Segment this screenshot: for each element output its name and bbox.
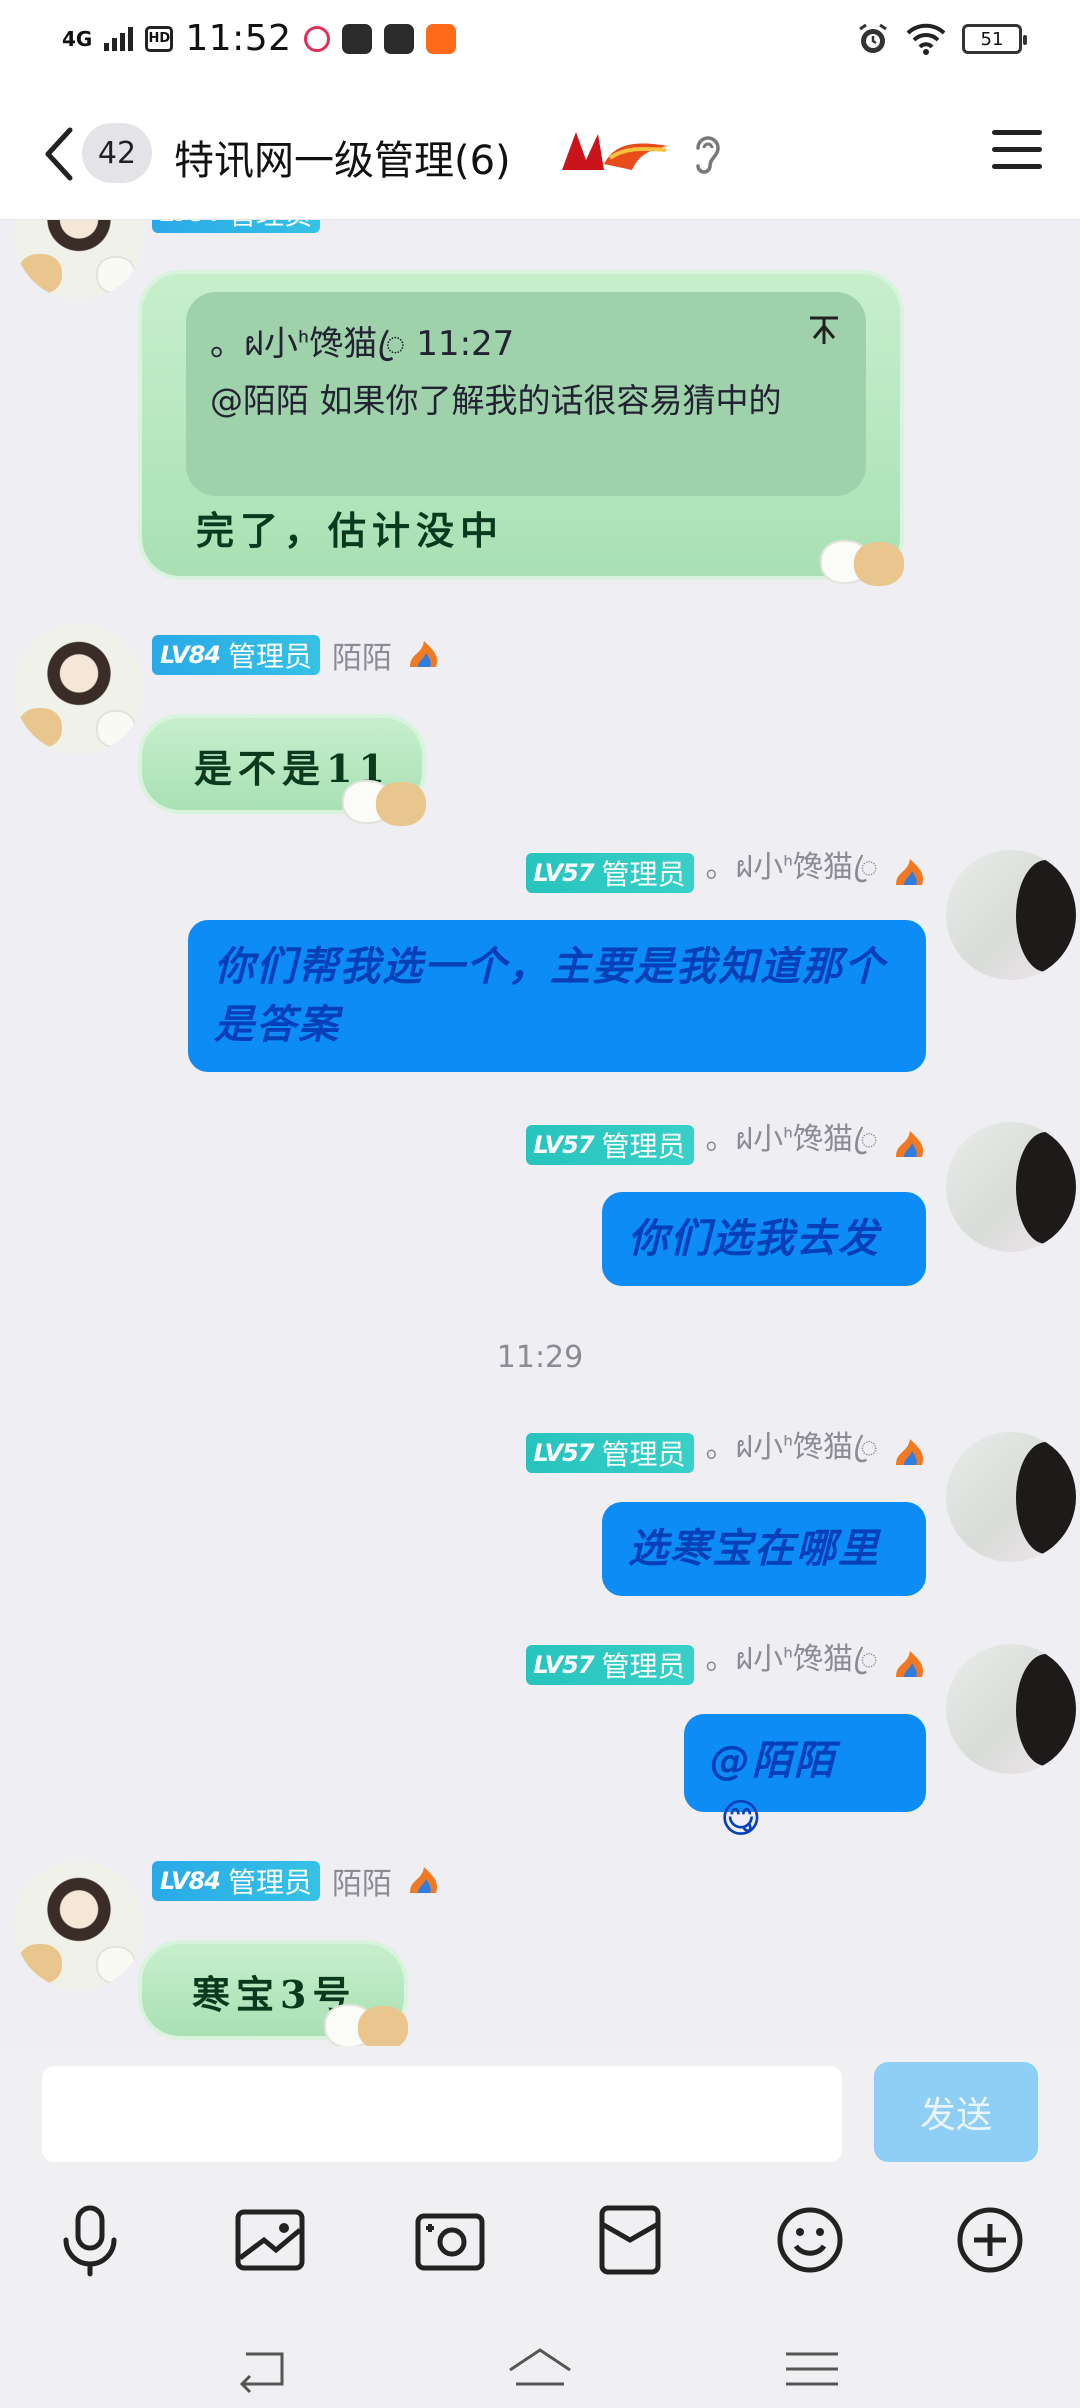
- plus-icon[interactable]: [952, 2202, 1028, 2278]
- message-bubble[interactable]: @陌陌 😋: [684, 1714, 926, 1842]
- bubble-sticker-decoration: [358, 2006, 408, 2046]
- flame-badge-icon: [896, 1439, 924, 1465]
- emoji-icon[interactable]: [772, 2202, 848, 2278]
- unread-count-badge[interactable]: 42: [82, 123, 152, 183]
- chat-timestamp: 11:29: [496, 1340, 584, 1375]
- avatar[interactable]: [14, 624, 144, 754]
- network-type: 4G: [62, 26, 93, 51]
- group-level-logo-icon: [562, 132, 668, 170]
- avatar[interactable]: [946, 1644, 1076, 1774]
- battery-icon: 51: [962, 24, 1027, 54]
- flame-badge-icon: [896, 1651, 924, 1677]
- sender-nickname: 陌陌: [331, 1867, 392, 1902]
- level-badge: LV57 管理员: [525, 1645, 694, 1685]
- composer-toolbar: [0, 2202, 1080, 2322]
- message-bubble[interactable]: 选寒宝在哪里: [602, 1502, 926, 1596]
- page-title[interactable]: 特讯网一级管理(6): [174, 128, 511, 186]
- level-badge: LV84管理员: [152, 1861, 320, 1901]
- home-nav-icon[interactable]: [504, 2344, 576, 2394]
- sender-nickname: 。ฝ小ᑋ馋猫ꦿ: [705, 1121, 879, 1157]
- status-bar: 4G HD 11:52 51: [0, 0, 1080, 86]
- sender-meta: LV84 管理员 陌陌: [152, 1860, 444, 1902]
- emoji-icon: 😋: [720, 1796, 764, 1842]
- title-bar: 42 特讯网一级管理(6): [0, 86, 1080, 220]
- sender-meta: LV57 管理员 。ฝ小ᑋ馋猫ꦿ: [525, 1122, 930, 1166]
- message-bubble[interactable]: 寒宝3号: [142, 1944, 408, 2046]
- avatar[interactable]: [14, 1860, 144, 1990]
- status-time: 11:52: [185, 18, 292, 59]
- message-text: 你们选我去发: [628, 1216, 880, 1262]
- camera-icon[interactable]: [412, 2202, 488, 2278]
- level-badge: LV57 管理员: [525, 1433, 694, 1473]
- quote-text: @陌陌 如果你了解我的话很容易猜中的: [210, 381, 782, 420]
- message-text: 选寒宝在哪里: [628, 1526, 880, 1572]
- back-arrow-icon[interactable]: [40, 126, 80, 182]
- sender-nickname: 。ฝ小ᑋ馋猫ꦿ: [705, 849, 879, 885]
- flame-badge-icon: [896, 1131, 924, 1157]
- level-badge: LV84管理员: [152, 220, 320, 233]
- sender-meta: LV57 管理员 。ฝ小ᑋ馋猫ꦿ: [525, 1430, 930, 1474]
- wifi-icon: [906, 23, 946, 55]
- bubble-sticker-decoration: [376, 782, 426, 826]
- flame-badge-icon: [409, 1867, 438, 1893]
- sender-nickname: 陌陌: [331, 641, 392, 676]
- level-badge: LV57 管理员: [525, 853, 694, 893]
- sender-nickname: 。ฝ小ᑋ馋猫ꦿ: [705, 1641, 879, 1677]
- message-input[interactable]: [42, 2066, 842, 2162]
- ear-mode-icon[interactable]: [690, 130, 726, 176]
- signal-icon: [104, 26, 134, 51]
- level-badge: LV84管理员: [152, 635, 320, 675]
- send-button[interactable]: 发送: [874, 2062, 1038, 2162]
- level-badge: LV57 管理员: [525, 1125, 694, 1165]
- message-text: @陌陌: [710, 1738, 836, 1784]
- jump-to-quote-icon[interactable]: [804, 310, 844, 350]
- avatar[interactable]: [946, 1122, 1076, 1252]
- back-nav-icon[interactable]: [230, 2344, 302, 2394]
- bubble-sticker-decoration: [854, 542, 904, 586]
- menu-button[interactable]: [992, 130, 1042, 176]
- menu-nav-icon[interactable]: [776, 2344, 848, 2394]
- taobao-notification-icon: [425, 23, 456, 54]
- message-bubble[interactable]: 是不是11: [142, 718, 426, 826]
- flame-badge-icon: [409, 641, 438, 667]
- alipay-notification-icon: [383, 23, 414, 54]
- red-packet-icon[interactable]: [592, 2202, 668, 2278]
- flame-badge-icon: [896, 859, 924, 885]
- quoted-message[interactable]: 。ฝ小ᑋ馋猫ꦿ 11:27 @陌陌 如果你了解我的话很容易猜中的: [186, 292, 866, 496]
- composer: 发送: [0, 2046, 1080, 2408]
- chat-area[interactable]: LV84管理员 。ฝ小ᑋ馋猫ꦿ 11:27 @陌陌 如果你了解我的话很容易猜中的…: [0, 220, 1080, 2046]
- app-notification-icon: [341, 23, 372, 54]
- microphone-icon[interactable]: [52, 2202, 128, 2278]
- sender-meta: LV57 管理员 。ฝ小ᑋ馋猫ꦿ: [525, 1642, 930, 1686]
- alarm-icon: [859, 23, 887, 53]
- avatar[interactable]: [946, 1432, 1076, 1562]
- message-bubble[interactable]: 。ฝ小ᑋ馋猫ꦿ 11:27 @陌陌 如果你了解我的话很容易猜中的 完了，估计没中: [142, 274, 904, 586]
- message-bubble[interactable]: 你们帮我选一个，主要是我知道那个是答案: [188, 920, 926, 1072]
- sender-meta: LV84 管理员 陌陌: [152, 634, 444, 676]
- message-text: 你们帮我选一个，主要是我知道那个是答案: [214, 944, 886, 1048]
- message-bubble[interactable]: 你们选我去发: [602, 1192, 926, 1286]
- avatar[interactable]: [14, 220, 144, 300]
- sender-meta: LV57 管理员 。ฝ小ᑋ馋猫ꦿ: [525, 850, 930, 894]
- image-icon[interactable]: [232, 2202, 308, 2278]
- weibo-notification-icon: [303, 25, 330, 52]
- avatar[interactable]: [946, 850, 1076, 980]
- sender-nickname: 。ฝ小ᑋ馋猫ꦿ: [705, 1429, 879, 1465]
- sender-meta: LV84管理员: [152, 220, 320, 234]
- message-text: 完了，估计没中: [196, 508, 505, 553]
- hd-icon: HD: [145, 25, 174, 52]
- system-navigation-bar: [0, 2326, 1080, 2408]
